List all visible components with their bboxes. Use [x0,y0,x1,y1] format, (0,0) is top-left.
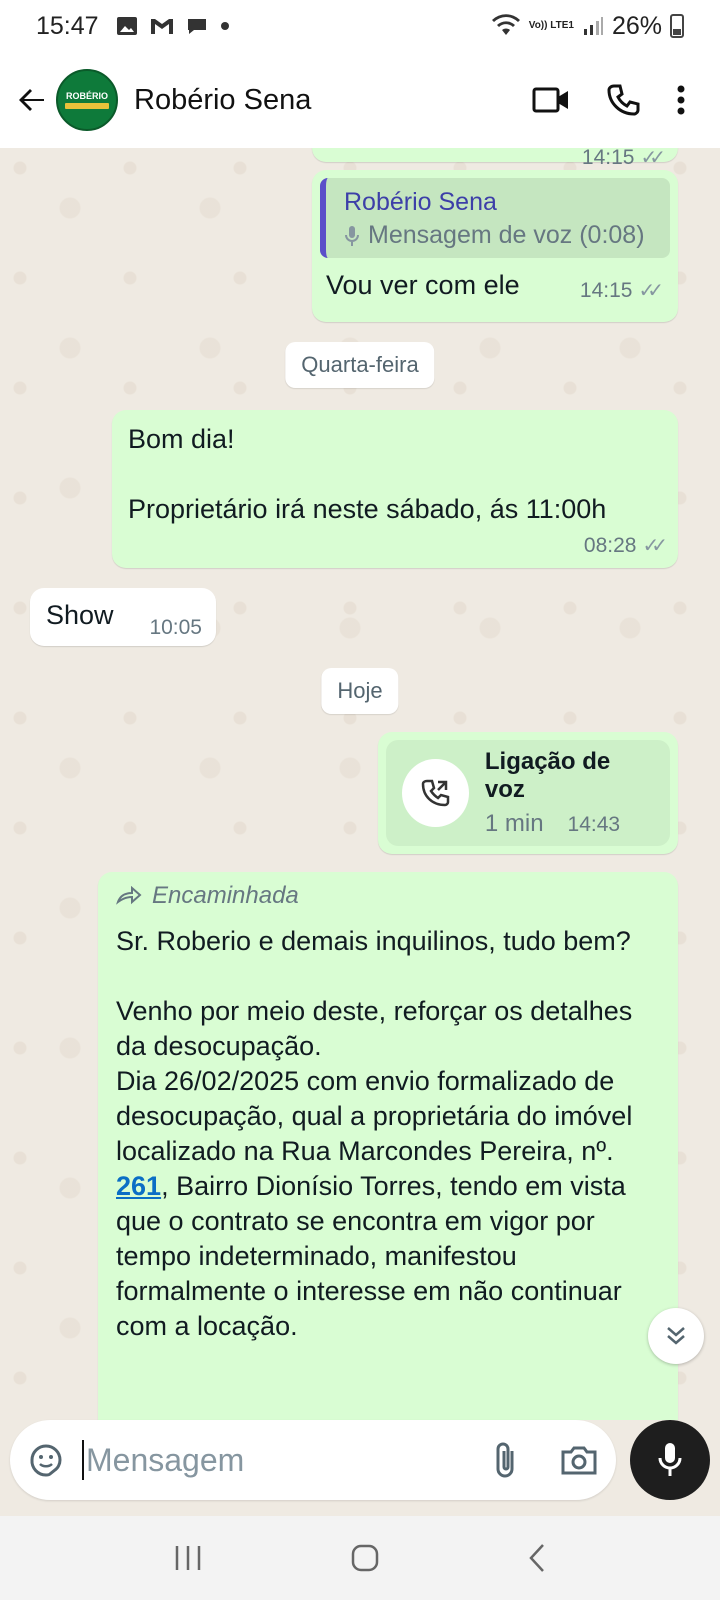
header-actions [532,83,686,117]
message-bubble-incoming[interactable]: Show 10:05 [30,588,216,646]
call-title: Ligação de voz [484,748,611,803]
composer-bar [0,1420,720,1500]
network-type: Vo)) LTE1 [528,20,574,31]
message-time: 14:43 [567,813,621,836]
read-ticks-icon: ✓✓ [638,280,663,302]
call-info: Ligação de voz 1 min 14:43 [485,748,654,838]
quote-body-text: Mensagem de voz (0:08) [368,221,645,249]
avatar[interactable]: ROBÉRIO [56,69,118,131]
message-time: 14:15 [579,278,633,302]
system-nav-bar [0,1516,720,1600]
date-separator: Quarta-feira [285,342,435,388]
message-input-container[interactable] [10,1420,616,1500]
microphone-icon [658,1443,682,1476]
message-text: Vou ver com ele [326,270,520,300]
quoted-message[interactable]: Robério Sena Mensagem de voz (0:08) [320,178,670,258]
call-icon-circle [402,759,469,827]
message-time: 10:05 [149,616,202,639]
message-text: , Bairro Dionísio Torres, tendo em vista… [116,1171,626,1341]
home-icon[interactable] [350,1543,380,1573]
quote-author: Robério Sena [344,188,497,216]
battery-percent: 26% [611,11,662,40]
message-time: 14:15 [581,148,635,169]
message-meta: 14:15 ✓✓ [581,148,666,170]
voice-record-button[interactable] [630,1420,710,1500]
contact-name[interactable]: Robério Sena [134,84,311,117]
forwarded-label: Encaminhada [116,882,662,910]
message-bubble-outgoing[interactable]: Robério Sena Mensagem de voz (0:08) Vou … [312,170,678,322]
microphone-icon [345,225,359,246]
quote-body: Mensagem de voz (0:08) [344,221,656,250]
message-text: Proprietário irá neste sábado, ás 11:00h [128,494,607,524]
message-text: Sr. Roberio e demais inquilinos, tudo be… [116,926,631,956]
signal-icon [583,17,603,35]
attach-paperclip-icon[interactable] [492,1441,518,1479]
date-separator: Hoje [321,668,399,714]
video-call-icon[interactable] [532,85,570,115]
text-cursor [82,1440,84,1480]
dot-icon [220,22,229,30]
message-time: 08:28 [583,533,637,557]
double-chevron-down-icon [667,1327,685,1345]
composer-actions [492,1441,598,1479]
gallery-icon [116,17,137,35]
arrow-left-icon [19,89,44,111]
notification-icons [115,14,231,38]
call-duration: 1 min [484,810,544,837]
battery-icon [670,14,684,38]
chat-bubble-icon [187,19,206,34]
system-icons: Vo)) LTE1 26% [491,12,684,41]
avatar-logo-bar [65,103,109,109]
recent-apps-icon[interactable] [173,1544,203,1572]
chat-header: ROBÉRIO Robério Sena [0,52,720,148]
wifi-icon [491,14,520,35]
forwarded-text: Encaminhada [152,882,299,909]
outgoing-call-icon [422,779,450,807]
message-bubble-outgoing[interactable]: Encaminhada Sr. Roberio e demais inquili… [98,872,678,1420]
message-bubble-outgoing[interactable]: Ligação de voz 1 min 14:43 [378,732,678,854]
chat-area[interactable]: 14:15 ✓✓ Robério Sena Mensagem de voz (0… [0,148,720,1420]
read-ticks-icon: ✓✓ [642,535,667,557]
message-meta: 14:15 ✓✓ [579,278,664,303]
camera-icon[interactable] [560,1444,598,1476]
status-bar: 15:47 Vo)) LTE1 26% [0,0,720,52]
number-link[interactable]: 261 [116,1171,161,1201]
message-text: Venho por meio deste, reforçar os detalh… [116,996,633,1061]
avatar-text: ROBÉRIO [65,91,108,101]
message-bubble-outgoing[interactable]: 14:15 ✓✓ [312,148,678,169]
message-bubble-outgoing[interactable]: Bom dia! Proprietário irá neste sábado, … [112,410,678,568]
back-nav-icon[interactable] [527,1543,547,1573]
voice-call-card[interactable]: Ligação de voz 1 min 14:43 [386,740,670,846]
gmail-icon [150,19,173,34]
sticker-emoji-icon[interactable] [28,1442,64,1478]
message-meta: 08:28 ✓✓ [583,533,668,558]
forward-arrow-icon [116,886,142,905]
message-text: Bom dia! [128,424,235,454]
voice-call-icon[interactable] [606,83,640,117]
read-ticks-icon: ✓✓ [640,148,665,169]
back-button[interactable] [4,72,60,128]
more-options-icon[interactable] [676,84,686,116]
message-text: Dia 26/02/2025 com envio formalizado de … [116,1066,633,1166]
message-text: Show [46,600,114,630]
scroll-to-bottom-button[interactable] [648,1308,704,1364]
message-body: Dia 26/02/2025 com envio formalizado de … [116,1064,656,1344]
clock: 15:47 [36,11,99,40]
message-input[interactable] [86,1441,466,1479]
